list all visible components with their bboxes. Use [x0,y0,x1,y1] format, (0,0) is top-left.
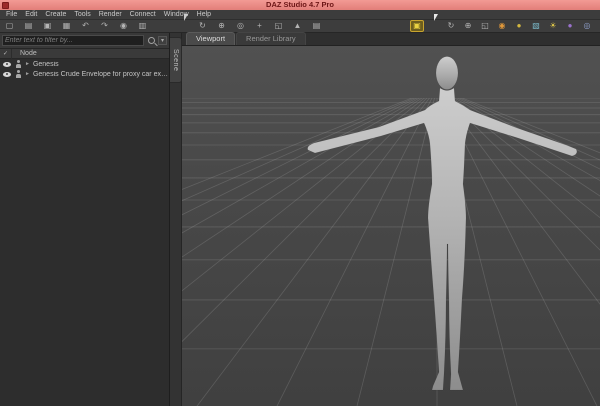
open-file-icon[interactable]: ▤ [22,20,35,32]
expand-arrow-icon[interactable]: ► [25,59,30,69]
frame-view-tool-icon[interactable]: ◎ [234,20,247,32]
node-label: Genesis Crude Envelope for proxy car exp… [33,71,169,78]
file-toolbar-group: ▢ ▤ ▣ ▦ ↶ ↷ ◉ ▥ [3,20,155,32]
menu-render[interactable]: Render [95,10,126,20]
viewport-canvas[interactable] [182,46,600,406]
pan-view-tool-icon[interactable]: ⊕ [215,20,228,32]
visibility-eye-icon[interactable] [3,62,11,67]
render-icon[interactable]: ◉ [117,20,130,32]
surface-selection-tool-icon[interactable]: ▧ [529,20,543,32]
layout-icon[interactable]: ▥ [136,20,149,32]
tab-viewport[interactable]: Viewport [186,32,235,45]
visibility-eye-icon[interactable] [3,72,11,77]
menu-create[interactable]: Create [41,10,70,20]
scale-tool-2-icon[interactable]: ◱ [478,20,492,32]
menu-edit[interactable]: Edit [21,10,41,20]
tab-render-library[interactable]: Render Library [236,32,306,45]
light-tool-icon[interactable]: ☀ [546,20,560,32]
scene-filter-input[interactable] [2,35,144,46]
scene-panel: ▾ ✓ Node ► Genesis ► Genesis Crude Envel… [0,33,170,406]
pose-tool-icon[interactable]: ▲ [291,20,304,32]
menu-window[interactable]: Window [160,10,193,20]
menu-help[interactable]: Help [193,10,215,20]
node-column-label: Node [12,50,37,57]
render-options-icon[interactable]: ◎ [580,20,594,32]
expand-arrow-icon[interactable]: ► [25,69,30,79]
viewport-3d-scene [182,46,600,406]
camera-tool-icon[interactable]: ● [563,20,577,32]
panel-tab-strip: Scene [170,33,182,406]
figure-node-icon [15,60,22,68]
redo-icon[interactable]: ↷ [98,20,111,32]
rotate-tool-icon[interactable]: ↻ [444,20,458,32]
scene-panel-tab-label: Scene [172,49,179,71]
view-options-icon[interactable]: ▤ [310,20,323,32]
universal-manipulator-tool-icon[interactable]: ▣ [410,20,424,32]
node-cursor-tool-icon[interactable] [427,20,441,32]
window-title: DAZ Studio 4.7 Pro [0,0,600,10]
figure-node-icon [15,70,22,78]
viewport-tab-bar: Viewport Render Library [182,33,600,46]
undo-icon[interactable]: ↶ [79,20,92,32]
new-file-icon[interactable]: ▢ [3,20,16,32]
figure-genesis[interactable] [308,57,577,391]
node-label: Genesis [33,61,59,68]
menu-connect[interactable]: Connect [126,10,160,20]
menu-bar: File Edit Create Tools Render Connect Wi… [0,10,600,20]
menu-file[interactable]: File [2,10,21,20]
animate-tool-icon[interactable]: ● [512,20,526,32]
view-toolbar-group: ↻ ⊕ ◎ + ◱ ▲ ▤ [177,20,329,32]
title-bar: DAZ Studio 4.7 Pro [0,0,600,10]
orbit-view-tool-icon[interactable]: ↻ [196,20,209,32]
tree-row-genesis[interactable]: ► Genesis [0,59,169,69]
viewport-column: Viewport Render Library [182,33,600,406]
scale-tool-icon[interactable]: ◱ [272,20,285,32]
save-file-icon[interactable]: ▣ [41,20,54,32]
tree-row-genesis-crude-envelope[interactable]: ► Genesis Crude Envelope for proxy car e… [0,69,169,79]
menu-tools[interactable]: Tools [70,10,94,20]
visibility-column-icon: ✓ [0,49,12,59]
scene-tree-header: ✓ Node [0,49,169,59]
translate-tool-2-icon[interactable]: ⊕ [461,20,475,32]
main-area: ▾ ✓ Node ► Genesis ► Genesis Crude Envel… [0,33,600,406]
filter-menu-icon[interactable]: ▾ [158,36,167,45]
tool-toolbar-group: ▣ ↻ ⊕ ◱ ◉ ● ▧ ☀ ● ◎ [410,20,597,32]
scene-filter-row: ▾ [0,33,169,49]
active-pose-tool-icon[interactable]: ◉ [495,20,509,32]
node-selection-tool-icon[interactable] [177,20,190,32]
translate-tool-icon[interactable]: + [253,20,266,32]
search-icon[interactable] [148,37,155,44]
scene-panel-tab[interactable]: Scene [170,37,182,83]
save-all-icon[interactable]: ▦ [60,20,73,32]
app-window: DAZ Studio 4.7 Pro File Edit Create Tool… [0,0,600,406]
